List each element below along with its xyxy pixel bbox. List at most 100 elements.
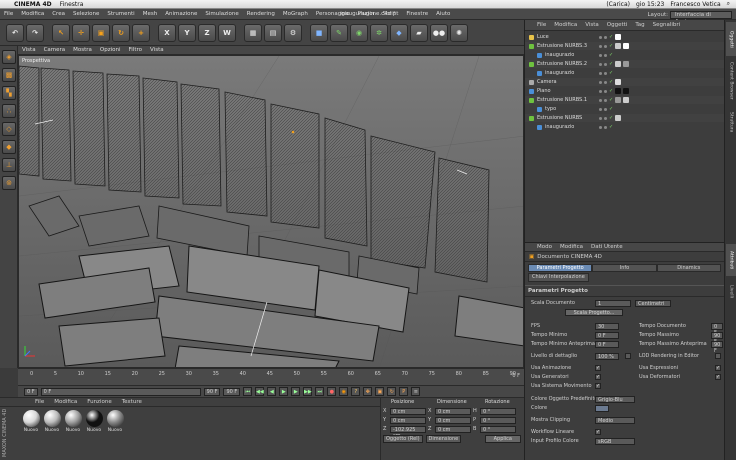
attribute-menu-item-0[interactable]: Modo [533, 244, 556, 250]
app-menu-item-1[interactable]: Modifica [17, 11, 48, 17]
tag-icon[interactable] [615, 115, 621, 121]
editor-visibility-icon[interactable] [599, 107, 602, 111]
render-visibility-icon[interactable] [604, 35, 607, 39]
profilo-dropdown[interactable]: sRGB [595, 437, 635, 445]
tab-info[interactable]: Info [592, 264, 657, 272]
viewport-menu-item-0[interactable]: Vista [18, 47, 40, 53]
model-mode-icon[interactable]: ◈ [2, 50, 16, 64]
viewport-menu-item-4[interactable]: Filtro [125, 47, 146, 53]
object-visibility-flags[interactable]: ✓ [599, 70, 613, 76]
viewport-menu-item-1[interactable]: Camera [40, 47, 70, 53]
fps-input[interactable]: 30 [595, 322, 619, 330]
material-menu-item-1[interactable]: Modifica [49, 399, 82, 405]
tag-icon[interactable] [615, 97, 621, 103]
usa-def-checkbox[interactable]: ✓ [715, 374, 721, 380]
object-name[interactable]: Piano [537, 88, 551, 94]
go-start-icon[interactable]: ⏮ [243, 387, 253, 396]
material-item[interactable]: Nuovo [22, 410, 40, 433]
undo-icon[interactable]: ↶ [6, 23, 24, 42]
deformer-icon[interactable]: ◆ [390, 23, 408, 42]
app-menu-item-5[interactable]: Mesh [139, 11, 161, 17]
clipping-dropdown[interactable]: Medio [595, 416, 635, 424]
tempo-max-input[interactable]: 90 F [711, 331, 723, 345]
app-menu-item-10[interactable]: Personaggio [312, 11, 354, 17]
polygons-mode-icon[interactable]: ◆ [2, 140, 16, 154]
object-name[interactable]: inaugurazio [545, 52, 574, 58]
end-frame-field[interactable]: 90 F [203, 387, 221, 396]
tag-icon[interactable] [615, 79, 621, 85]
workflow-checkbox[interactable]: ✓ [595, 429, 601, 435]
axis-mode-icon[interactable]: ⊥ [2, 158, 16, 172]
tag-icon[interactable] [623, 43, 629, 49]
object-visibility-flags[interactable]: ✓ [599, 43, 613, 49]
material-menu-item-0[interactable]: File [30, 399, 49, 405]
viewport-perspective[interactable]: Prospettiva [18, 55, 524, 368]
object-menu-item-0[interactable]: File [533, 22, 550, 28]
enabled-check-icon[interactable]: ✓ [609, 70, 613, 76]
scene-icon[interactable]: ▰ [410, 23, 428, 42]
object-row[interactable]: typo ✓ [525, 105, 725, 113]
edges-mode-icon[interactable]: ◇ [2, 122, 16, 136]
render-visibility-icon[interactable] [604, 116, 607, 120]
render-visibility-icon[interactable] [604, 125, 607, 129]
light-icon[interactable]: ✺ [450, 23, 468, 42]
tag-icon[interactable] [615, 43, 621, 49]
object-visibility-flags[interactable]: ✓ [599, 115, 613, 121]
object-name[interactable]: Camera [537, 79, 557, 85]
coord-size-dropdown[interactable]: Dimensione [425, 435, 462, 443]
colore-pred-dropdown[interactable]: Grigio-Blu [595, 395, 635, 403]
object-name[interactable]: typo [545, 106, 556, 112]
object-name[interactable]: Luce [537, 34, 549, 40]
editor-visibility-icon[interactable] [599, 98, 602, 102]
object-menu-item-4[interactable]: Tag [631, 22, 648, 28]
usa-anim-checkbox[interactable]: ✓ [595, 365, 601, 371]
axis-y-button[interactable]: Y [178, 23, 196, 42]
object-menu-item-3[interactable]: Oggetti [603, 22, 632, 28]
enabled-check-icon[interactable]: ✓ [609, 97, 613, 103]
side-tab-struttura[interactable]: Struttura [726, 106, 736, 138]
object-menu-item-1[interactable]: Modifica [550, 22, 581, 28]
object-visibility-flags[interactable]: ✓ [599, 97, 613, 103]
enabled-check-icon[interactable]: ✓ [609, 124, 613, 130]
object-visibility-flags[interactable]: ✓ [599, 88, 613, 94]
live-select-icon[interactable]: ↖ [52, 23, 70, 42]
editor-visibility-icon[interactable] [599, 116, 602, 120]
coord-rotation-input[interactable]: 0 ° [480, 425, 516, 433]
enabled-check-icon[interactable]: ✓ [609, 34, 613, 40]
render-visibility-icon[interactable] [604, 107, 607, 111]
render-visibility-icon[interactable] [604, 98, 607, 102]
next-key-icon[interactable]: ▶▶ [303, 387, 313, 396]
side-tab-oggetti[interactable]: Oggetti [726, 22, 736, 56]
editor-visibility-icon[interactable] [599, 62, 602, 66]
prev-key-icon[interactable]: ◀◀ [255, 387, 265, 396]
object-visibility-flags[interactable]: ✓ [599, 79, 613, 85]
tempo-max-ant-input[interactable]: 90 F [711, 340, 723, 354]
usa-espr-checkbox[interactable]: ✓ [715, 365, 721, 371]
object-row[interactable]: Estrusione NURBS.3 ✓ [525, 42, 725, 50]
object-name[interactable]: Estrusione NURBS.3 [537, 43, 587, 49]
app-menu-item-4[interactable]: Strumenti [103, 11, 138, 17]
editor-visibility-icon[interactable] [599, 71, 602, 75]
render-view-icon[interactable]: ▦ [244, 23, 262, 42]
coord-position-input[interactable]: 0 cm [390, 407, 426, 415]
object-name[interactable]: inaugurazio [545, 124, 574, 130]
coord-rotation-input[interactable]: 0 ° [480, 407, 516, 415]
play-icon[interactable]: ▶ [279, 387, 289, 396]
tag-icon[interactable] [615, 61, 621, 67]
editor-visibility-icon[interactable] [599, 89, 602, 93]
editor-visibility-icon[interactable] [599, 35, 602, 39]
position-key-icon[interactable]: ✥ [363, 387, 373, 396]
material-menu-item-3[interactable]: Texture [117, 399, 147, 405]
material-item[interactable]: Nuovo [85, 410, 103, 433]
render-visibility-icon[interactable] [604, 53, 607, 57]
app-menu-item-0[interactable]: File [0, 11, 17, 17]
colore-swatch[interactable] [595, 404, 609, 412]
material-preview[interactable] [43, 410, 61, 427]
array-icon[interactable]: ✲ [370, 23, 388, 42]
render-visibility-icon[interactable] [604, 44, 607, 48]
viewport-menu-item-3[interactable]: Opzioni [96, 47, 125, 53]
go-end-icon[interactable]: ⏭ [315, 387, 325, 396]
mac-app-name[interactable]: CINEMA 4D [14, 1, 52, 8]
workplane-icon[interactable]: ▚ [2, 86, 16, 100]
tempo-min-input[interactable]: 0 F [595, 331, 619, 339]
